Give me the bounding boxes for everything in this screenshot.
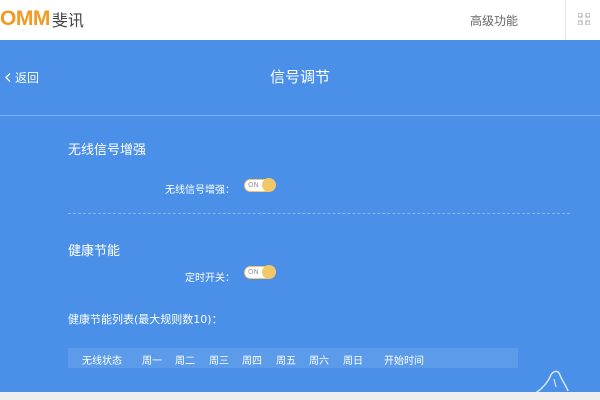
column-header: 周日 [343, 356, 363, 367]
toggle-knob [262, 265, 276, 279]
grid-icon[interactable] [578, 13, 590, 25]
wireless-toggle-label: 无线信号增强： [165, 185, 235, 196]
brand-logo[interactable]: OMM 斐讯 [0, 7, 84, 30]
timer-toggle-label: 定时开关： [185, 273, 235, 284]
column-header: 周二 [175, 356, 195, 367]
bottom-strip [0, 392, 600, 400]
header-divider [565, 0, 566, 40]
section-divider [68, 213, 570, 214]
toggle-state-text: ON [248, 181, 259, 189]
column-header: 周四 [242, 356, 262, 367]
wireless-boost-toggle[interactable]: ON [244, 178, 276, 192]
column-header: 周五 [276, 356, 296, 367]
timer-toggle[interactable]: ON [244, 265, 276, 279]
header-divider-line [0, 115, 600, 116]
rule-table-header: 无线状态 周一 周二 周三 周四 周五 周六 周日 开始时间 [68, 348, 518, 368]
wireless-section-title: 无线信号增强 [68, 143, 147, 158]
health-section-title: 健康节能 [68, 244, 121, 259]
column-header: 开始时间 [384, 356, 424, 367]
toggle-state-text: ON [248, 268, 259, 276]
page-title: 信号调节 [269, 68, 330, 86]
advanced-features-link[interactable]: 高级功能 [470, 12, 518, 29]
logo-text: 斐讯 [51, 11, 84, 30]
column-header: 周一 [142, 356, 162, 367]
rule-list-title: 健康节能列表(最大规则数10)： [68, 313, 223, 326]
column-header: 周三 [209, 356, 229, 367]
top-header: OMM 斐讯 高级功能 [0, 0, 600, 40]
column-header: 无线状态 [82, 356, 122, 367]
logo-mark: OMM [0, 7, 50, 30]
toggle-knob [262, 178, 276, 192]
main-panel: 返回 信号调节 无线信号增强 无线信号增强： ON 健康节能 定时开关： ON … [0, 40, 600, 396]
column-header: 周六 [309, 356, 329, 367]
